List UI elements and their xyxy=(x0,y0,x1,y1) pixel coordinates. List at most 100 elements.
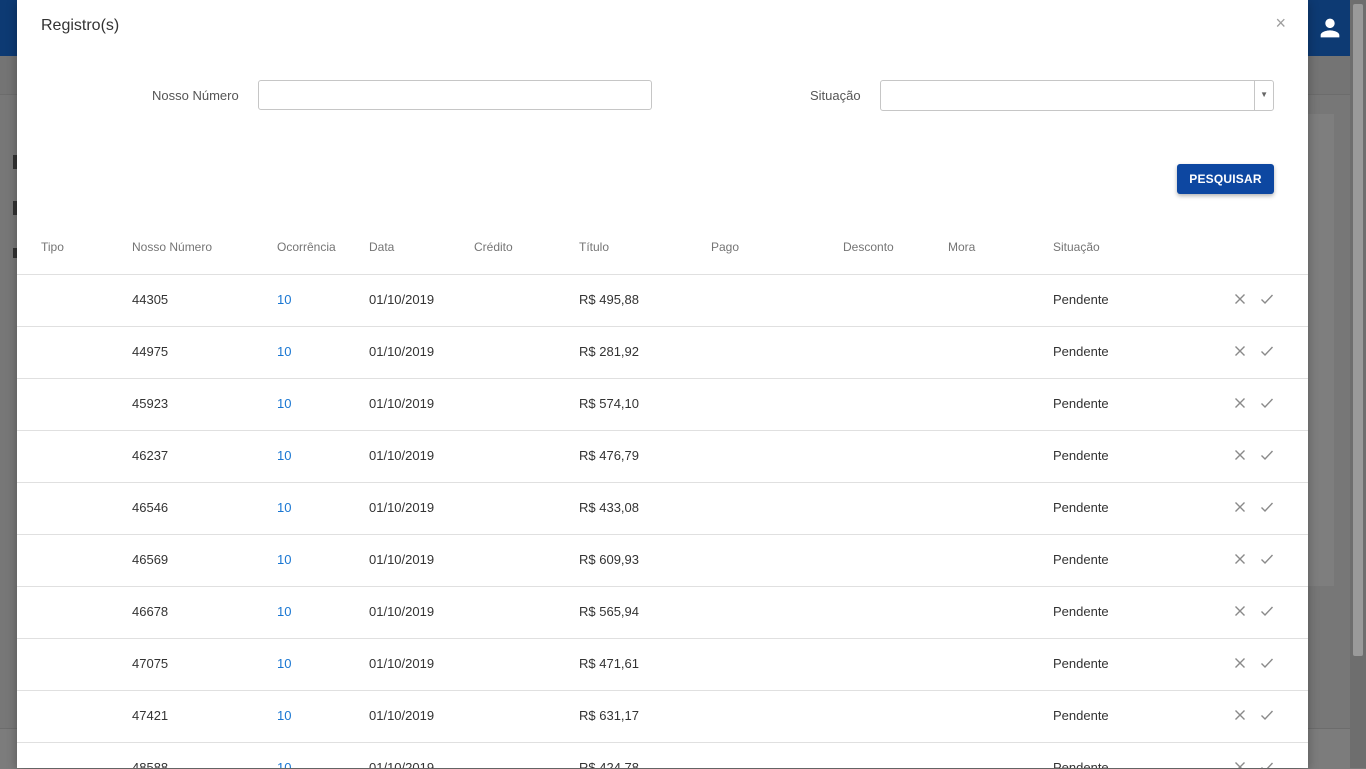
approve-check-icon[interactable] xyxy=(1259,290,1275,308)
cell-ocorrencia-link[interactable]: 10 xyxy=(277,292,291,307)
cell-titulo: R$ 574,10 xyxy=(579,396,639,411)
cell-data: 01/10/2019 xyxy=(369,604,435,619)
cell-data: 01/10/2019 xyxy=(369,552,435,567)
table-row[interactable]: 46678 10 01/10/2019 R$ 565,94 Pendente xyxy=(17,587,1308,639)
table-row[interactable]: 47075 10 01/10/2019 R$ 471,61 Pendente xyxy=(17,639,1308,691)
reject-close-icon[interactable] xyxy=(1232,446,1248,464)
approve-check-icon[interactable] xyxy=(1259,758,1275,768)
nosso-numero-label: Nosso Número xyxy=(152,88,239,103)
table-row[interactable]: 47421 10 01/10/2019 R$ 631,17 Pendente xyxy=(17,691,1308,743)
table-row[interactable]: 48588 10 01/10/2019 R$ 424,78 Pendente xyxy=(17,743,1308,768)
table-row[interactable]: 46569 10 01/10/2019 R$ 609,93 Pendente xyxy=(17,535,1308,587)
column-header-data[interactable]: Data xyxy=(369,240,394,254)
page-scrollbar[interactable] xyxy=(1350,0,1366,768)
cell-situacao: Pendente xyxy=(1053,448,1109,463)
cell-titulo: R$ 631,17 xyxy=(579,708,639,723)
nosso-numero-input[interactable] xyxy=(258,80,652,110)
cell-situacao: Pendente xyxy=(1053,292,1109,307)
cell-situacao: Pendente xyxy=(1053,500,1109,515)
modal-close-icon[interactable]: × xyxy=(1275,13,1286,33)
scrollbar-thumb[interactable] xyxy=(1353,4,1363,656)
cell-data: 01/10/2019 xyxy=(369,396,435,411)
cell-titulo: R$ 471,61 xyxy=(579,656,639,671)
situacao-dropdown-toggle[interactable]: ▼ xyxy=(1254,81,1273,110)
approve-check-icon[interactable] xyxy=(1259,342,1275,360)
cell-data: 01/10/2019 xyxy=(369,500,435,515)
column-header-mora[interactable]: Mora xyxy=(948,240,975,254)
table-row[interactable]: 44305 10 01/10/2019 R$ 495,88 Pendente xyxy=(17,275,1308,327)
approve-check-icon[interactable] xyxy=(1259,706,1275,724)
cell-ocorrencia-link[interactable]: 10 xyxy=(277,500,291,515)
cell-ocorrencia-link[interactable]: 10 xyxy=(277,656,291,671)
reject-close-icon[interactable] xyxy=(1232,758,1248,768)
table-row[interactable]: 46237 10 01/10/2019 R$ 476,79 Pendente xyxy=(17,431,1308,483)
reject-close-icon[interactable] xyxy=(1232,290,1248,308)
cell-nosso-numero: 47075 xyxy=(132,656,169,671)
cell-nosso-numero: 44975 xyxy=(132,344,169,359)
cell-data: 01/10/2019 xyxy=(369,708,435,723)
cell-situacao: Pendente xyxy=(1053,604,1109,619)
cell-data: 01/10/2019 xyxy=(369,292,435,307)
reject-close-icon[interactable] xyxy=(1232,498,1248,516)
approve-check-icon[interactable] xyxy=(1259,446,1275,464)
cell-titulo: R$ 609,93 xyxy=(579,552,639,567)
cell-data: 01/10/2019 xyxy=(369,656,435,671)
cell-situacao: Pendente xyxy=(1053,708,1109,723)
table-row[interactable]: 46546 10 01/10/2019 R$ 433,08 Pendente xyxy=(17,483,1308,535)
cell-ocorrencia-link[interactable]: 10 xyxy=(277,604,291,619)
cell-situacao: Pendente xyxy=(1053,656,1109,671)
approve-check-icon[interactable] xyxy=(1259,654,1275,672)
cell-situacao: Pendente xyxy=(1053,552,1109,567)
cell-data: 01/10/2019 xyxy=(369,760,435,768)
situacao-select[interactable]: ▼ xyxy=(880,80,1274,111)
table-row[interactable]: 45923 10 01/10/2019 R$ 574,10 Pendente xyxy=(17,379,1308,431)
cell-titulo: R$ 476,79 xyxy=(579,448,639,463)
cell-nosso-numero: 45923 xyxy=(132,396,169,411)
reject-close-icon[interactable] xyxy=(1232,654,1248,672)
cell-ocorrencia-link[interactable]: 10 xyxy=(277,552,291,567)
chevron-down-icon: ▼ xyxy=(1260,90,1268,99)
registros-modal: Registro(s) × Nosso Número Situação ▼ PE… xyxy=(17,0,1308,768)
reject-close-icon[interactable] xyxy=(1232,602,1248,620)
approve-check-icon[interactable] xyxy=(1259,550,1275,568)
column-header-pago[interactable]: Pago xyxy=(711,240,739,254)
column-header-titulo[interactable]: Título xyxy=(579,240,609,254)
column-header-tipo[interactable]: Tipo xyxy=(41,240,64,254)
column-header-ocorrencia[interactable]: Ocorrência xyxy=(277,240,336,254)
cell-nosso-numero: 46546 xyxy=(132,500,169,515)
cell-titulo: R$ 433,08 xyxy=(579,500,639,515)
app-side-panel xyxy=(1308,114,1334,586)
cell-ocorrencia-link[interactable]: 10 xyxy=(277,344,291,359)
user-account-icon[interactable] xyxy=(1316,14,1344,42)
reject-close-icon[interactable] xyxy=(1232,706,1248,724)
cell-situacao: Pendente xyxy=(1053,396,1109,411)
approve-check-icon[interactable] xyxy=(1259,394,1275,412)
reject-close-icon[interactable] xyxy=(1232,394,1248,412)
table-row[interactable]: 44975 10 01/10/2019 R$ 281,92 Pendente xyxy=(17,327,1308,379)
cell-titulo: R$ 495,88 xyxy=(579,292,639,307)
cell-situacao: Pendente xyxy=(1053,344,1109,359)
approve-check-icon[interactable] xyxy=(1259,498,1275,516)
cell-ocorrencia-link[interactable]: 10 xyxy=(277,396,291,411)
reject-close-icon[interactable] xyxy=(1232,550,1248,568)
cell-nosso-numero: 44305 xyxy=(132,292,169,307)
cell-ocorrencia-link[interactable]: 10 xyxy=(277,760,291,768)
cell-ocorrencia-link[interactable]: 10 xyxy=(277,448,291,463)
cell-nosso-numero: 46237 xyxy=(132,448,169,463)
cell-nosso-numero: 47421 xyxy=(132,708,169,723)
cell-nosso-numero: 46678 xyxy=(132,604,169,619)
cell-titulo: R$ 565,94 xyxy=(579,604,639,619)
approve-check-icon[interactable] xyxy=(1259,602,1275,620)
situacao-label: Situação xyxy=(810,88,861,103)
cell-ocorrencia-link[interactable]: 10 xyxy=(277,708,291,723)
column-header-situacao[interactable]: Situação xyxy=(1053,240,1100,254)
cell-titulo: R$ 281,92 xyxy=(579,344,639,359)
cell-situacao: Pendente xyxy=(1053,760,1109,768)
column-header-nosso-numero[interactable]: Nosso Número xyxy=(132,240,212,254)
pesquisar-button[interactable]: PESQUISAR xyxy=(1177,164,1274,194)
reject-close-icon[interactable] xyxy=(1232,342,1248,360)
column-header-desconto[interactable]: Desconto xyxy=(843,240,894,254)
cell-titulo: R$ 424,78 xyxy=(579,760,639,768)
table-body: 44305 10 01/10/2019 R$ 495,88 Pendente 4… xyxy=(17,275,1308,768)
column-header-credito[interactable]: Crédito xyxy=(474,240,513,254)
